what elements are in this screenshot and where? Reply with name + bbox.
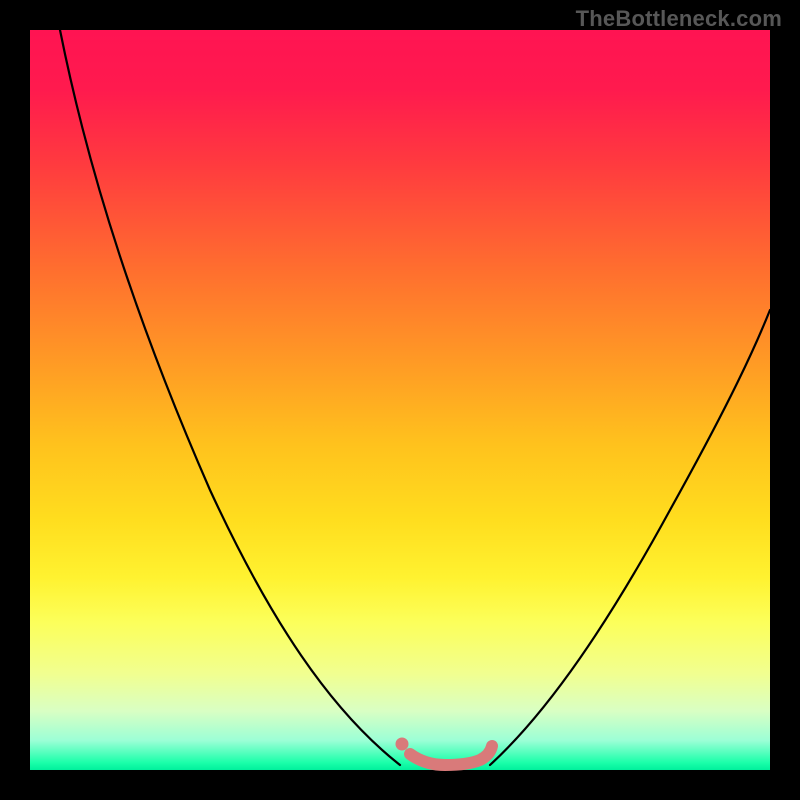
right-branch-curve xyxy=(490,310,770,765)
chart-frame: TheBottleneck.com xyxy=(0,0,800,800)
valley-marker-group xyxy=(396,738,492,765)
watermark-text: TheBottleneck.com xyxy=(576,6,782,32)
plot-area xyxy=(30,30,770,770)
curve-layer xyxy=(30,30,770,770)
valley-dot xyxy=(396,738,408,750)
left-branch-curve xyxy=(60,30,400,765)
valley-stroke xyxy=(410,746,492,765)
